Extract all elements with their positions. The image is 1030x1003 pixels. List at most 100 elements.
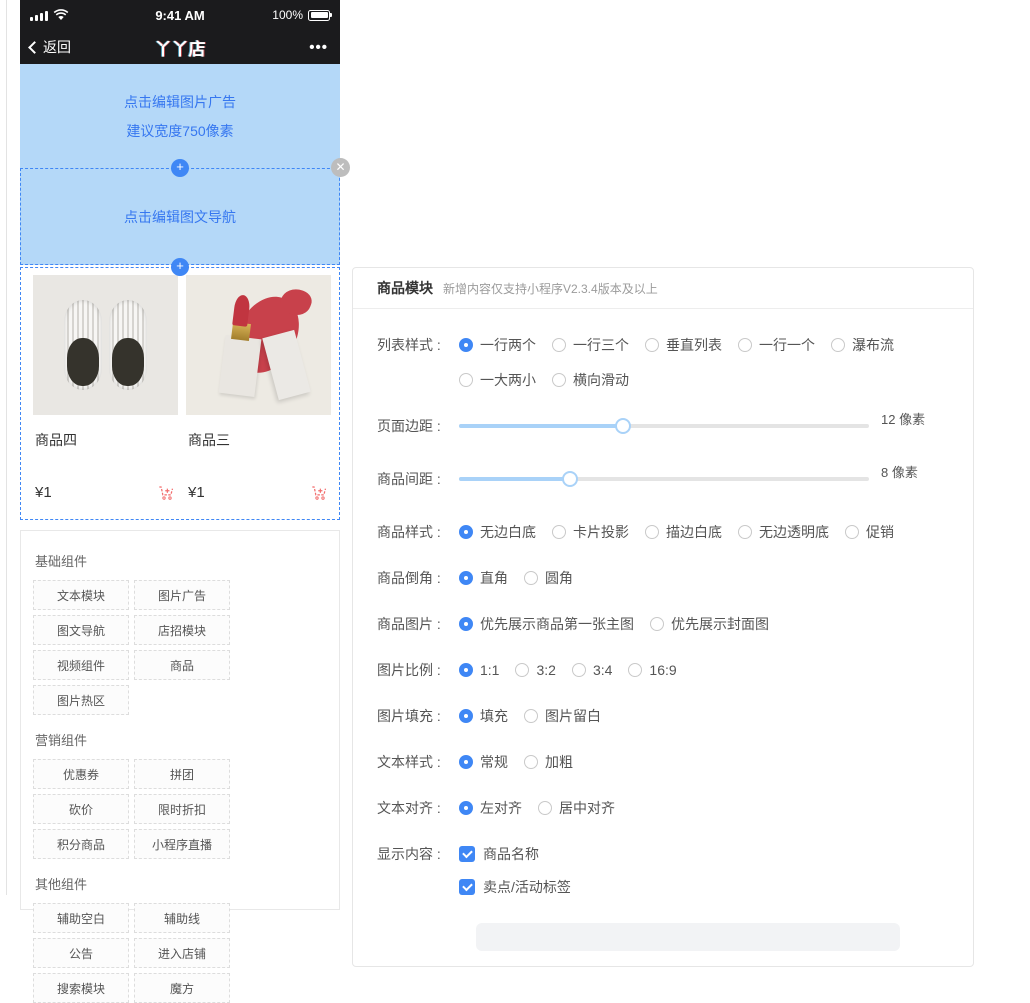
slider-thumb[interactable] (615, 418, 631, 434)
radio-icon[interactable] (459, 801, 473, 815)
radio-option[interactable]: 16:9 (628, 660, 676, 680)
radio-option[interactable]: 优先展示封面图 (650, 614, 769, 634)
radio-option[interactable]: 圆角 (524, 568, 573, 588)
radio-option[interactable]: 加粗 (524, 752, 573, 772)
radio-icon[interactable] (524, 571, 538, 585)
radio-icon[interactable] (738, 525, 752, 539)
radio-icon[interactable] (831, 338, 845, 352)
radio-icon[interactable] (459, 525, 473, 539)
radio-icon[interactable] (552, 373, 566, 387)
radio-option[interactable]: 促销 (845, 522, 894, 542)
radio-icon[interactable] (459, 338, 473, 352)
radio-icon[interactable] (524, 709, 538, 723)
add-cart-icon[interactable] (156, 482, 176, 502)
radio-icon[interactable] (515, 663, 529, 677)
radio-icon[interactable] (572, 663, 586, 677)
slider-fill (459, 424, 623, 428)
product-card[interactable]: 商品四 ¥1 (33, 275, 178, 502)
add-module-button[interactable]: + (171, 159, 189, 177)
product-card[interactable]: 商品三 ¥1 (186, 275, 331, 502)
palette-component-button[interactable]: 店招模块 (134, 615, 230, 645)
palette-component-button[interactable]: 辅助线 (134, 903, 230, 933)
radio-option[interactable]: 3:4 (572, 660, 612, 680)
slider-thumb[interactable] (562, 471, 578, 487)
radio-option[interactable]: 无边透明底 (738, 522, 829, 542)
radio-icon[interactable] (459, 755, 473, 769)
palette-component-button[interactable]: 进入店铺 (134, 938, 230, 968)
radio-option[interactable]: 优先展示商品第一张主图 (459, 614, 634, 634)
slider[interactable]: 12 像素 (459, 416, 925, 436)
radio-option-label: 填充 (480, 706, 508, 726)
delete-module-button[interactable]: ✕ (331, 158, 350, 177)
radio-option[interactable]: 一行一个 (738, 335, 815, 355)
checkbox-icon[interactable] (459, 846, 475, 862)
checkbox-option-label: 商品名称 (483, 844, 539, 864)
checkbox-option[interactable]: 商品名称 (459, 844, 571, 864)
palette-component-button[interactable]: 小程序直播 (134, 829, 230, 859)
radio-option[interactable]: 图片留白 (524, 706, 601, 726)
palette-component-button[interactable]: 文本模块 (33, 580, 129, 610)
checkbox-option[interactable]: 卖点/活动标签 (459, 877, 571, 897)
product-module-preview[interactable]: 商品四 ¥1 商品三 ¥1 (20, 267, 340, 520)
store-title: 丫丫店 (20, 35, 340, 60)
radio-option[interactable]: 居中对齐 (538, 798, 615, 818)
radio-icon[interactable] (459, 617, 473, 631)
radio-option[interactable]: 填充 (459, 706, 508, 726)
radio-icon[interactable] (459, 571, 473, 585)
radio-icon[interactable] (628, 663, 642, 677)
radio-icon[interactable] (645, 525, 659, 539)
palette-component-button[interactable]: 限时折扣 (134, 794, 230, 824)
radio-option[interactable]: 卡片投影 (552, 522, 629, 542)
radio-option[interactable]: 3:2 (515, 660, 555, 680)
radio-option[interactable]: 左对齐 (459, 798, 522, 818)
add-cart-icon[interactable] (309, 482, 329, 502)
image-ad-module[interactable]: 点击编辑图片广告 建议宽度750像素 (20, 64, 340, 168)
palette-component-button[interactable]: 公告 (33, 938, 129, 968)
radio-icon[interactable] (459, 709, 473, 723)
palette-component-button[interactable]: 视频组件 (33, 650, 129, 680)
radio-option[interactable]: 常规 (459, 752, 508, 772)
add-module-button[interactable]: + (171, 258, 189, 276)
radio-option[interactable]: 一大两小 (459, 370, 536, 390)
radio-option[interactable]: 横向滑动 (552, 370, 629, 390)
tag-input[interactable] (476, 923, 900, 951)
palette-component-button[interactable]: 拼团 (134, 759, 230, 789)
radio-option[interactable]: 1:1 (459, 660, 499, 680)
slider-track[interactable] (459, 477, 869, 481)
palette-component-button[interactable]: 魔方 (134, 973, 230, 1003)
palette-component-button[interactable]: 搜索模块 (33, 973, 129, 1003)
palette-component-button[interactable]: 砍价 (33, 794, 129, 824)
palette-component-button[interactable]: 优惠券 (33, 759, 129, 789)
radio-icon[interactable] (845, 525, 859, 539)
wifi-icon (53, 9, 69, 21)
radio-icon[interactable] (650, 617, 664, 631)
slider[interactable]: 8 像素 (459, 469, 918, 489)
palette-component-button[interactable]: 积分商品 (33, 829, 129, 859)
radio-option[interactable]: 直角 (459, 568, 508, 588)
radio-option[interactable]: 无边白底 (459, 522, 536, 542)
radio-option[interactable]: 垂直列表 (645, 335, 722, 355)
radio-option[interactable]: 描边白底 (645, 522, 722, 542)
text-nav-module[interactable]: 点击编辑图文导航 (20, 168, 340, 265)
radio-option[interactable]: 瀑布流 (831, 335, 894, 355)
radio-icon[interactable] (524, 755, 538, 769)
radio-icon[interactable] (552, 525, 566, 539)
checkbox-icon[interactable] (459, 879, 475, 895)
radio-icon[interactable] (645, 338, 659, 352)
palette-component-button[interactable]: 辅助空白 (33, 903, 129, 933)
more-menu-icon[interactable]: ••• (309, 39, 328, 56)
radio-icon[interactable] (738, 338, 752, 352)
radio-option[interactable]: 一行两个 (459, 335, 536, 355)
radio-option[interactable]: 一行三个 (552, 335, 629, 355)
slider-track[interactable] (459, 424, 869, 428)
radio-icon[interactable] (459, 663, 473, 677)
radio-option-label: 图片留白 (545, 706, 601, 726)
palette-component-button[interactable]: 图片热区 (33, 685, 129, 715)
palette-component-button[interactable]: 图文导航 (33, 615, 129, 645)
radio-icon[interactable] (459, 373, 473, 387)
palette-component-button[interactable]: 图片广告 (134, 580, 230, 610)
radio-icon[interactable] (552, 338, 566, 352)
radio-icon[interactable] (538, 801, 552, 815)
radio-option-label: 描边白底 (666, 522, 722, 542)
palette-component-button[interactable]: 商品 (134, 650, 230, 680)
